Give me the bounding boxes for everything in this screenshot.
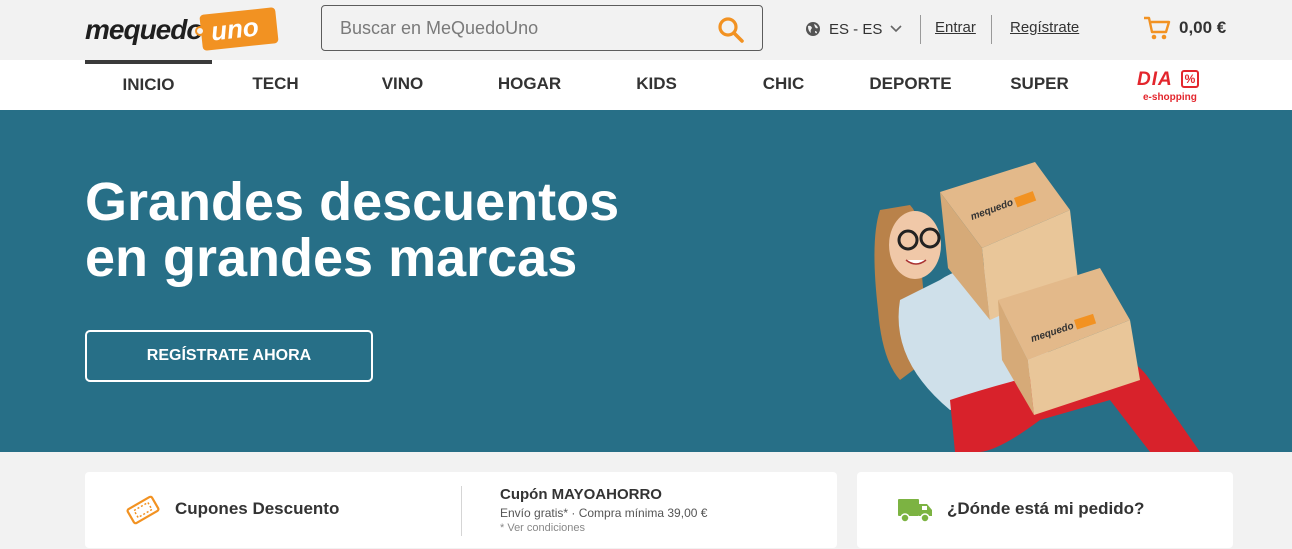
header-separator bbox=[991, 15, 992, 44]
nav-item-super[interactable]: SUPER bbox=[976, 60, 1103, 110]
cart-button[interactable]: 0,00 € bbox=[1143, 15, 1226, 41]
hero-title-line2: en grandes marcas bbox=[85, 228, 578, 288]
globe-icon bbox=[806, 22, 820, 36]
coupon-conditions-link[interactable]: * Ver condiciones bbox=[500, 522, 585, 534]
nav-item-chic[interactable]: CHIC bbox=[720, 60, 847, 110]
dia-logo-sub: e-shopping bbox=[1143, 92, 1197, 103]
order-tracking-card[interactable]: ¿Dónde está mi pedido? bbox=[857, 472, 1233, 548]
login-link[interactable]: Entrar bbox=[935, 19, 976, 36]
nav-item-hogar[interactable]: HOGAR bbox=[466, 60, 593, 110]
language-selector[interactable]: ES - ES bbox=[805, 18, 902, 40]
hero-title: Grandes descuentos en grandes marcas bbox=[85, 174, 725, 286]
nav-item-kids[interactable]: KIDS bbox=[593, 60, 720, 110]
coupon-subtitle: Envío gratis* · Compra mínima 39,00 € bbox=[500, 506, 708, 520]
card-divider bbox=[461, 486, 462, 536]
logo-tag-text: uno bbox=[209, 11, 261, 47]
coupons-label[interactable]: Cupones Descuento bbox=[175, 499, 339, 519]
hero-banner: Grandes descuentos en grandes marcas REG… bbox=[0, 110, 1292, 452]
coupon-title: Cupón MAYOAHORRO bbox=[500, 486, 662, 503]
chevron-down-icon bbox=[890, 25, 902, 33]
nav-item-inicio[interactable]: INICIO bbox=[85, 60, 212, 110]
woman-carrying-boxes-illustration: mequedo mequedo bbox=[874, 162, 1200, 452]
search-box bbox=[321, 5, 763, 51]
logo-tag-hole bbox=[195, 26, 205, 36]
logo-word: mequedo bbox=[85, 14, 203, 45]
search-icon[interactable] bbox=[717, 16, 745, 44]
register-now-button[interactable]: REGÍSTRATE AHORA bbox=[85, 330, 373, 382]
top-header: mequedo uno ES - ES Entrar Regístrate 0,… bbox=[0, 0, 1292, 60]
order-tracking-label: ¿Dónde está mi pedido? bbox=[947, 499, 1145, 518]
ticket-icon bbox=[126, 495, 160, 525]
delivery-truck-icon bbox=[898, 499, 932, 523]
dia-percent-icon: % bbox=[1181, 70, 1199, 88]
register-link[interactable]: Regístrate bbox=[1010, 19, 1079, 36]
nav-item-tech[interactable]: TECH bbox=[212, 60, 339, 110]
nav-item-deporte[interactable]: DEPORTE bbox=[847, 60, 974, 110]
hero-title-line1: Grandes descuentos bbox=[85, 172, 620, 232]
nav-item-vino[interactable]: VINO bbox=[339, 60, 466, 110]
nav-item-dia-eshopping[interactable]: DIA % e-shopping bbox=[1137, 69, 1201, 105]
dia-logo-word: DIA bbox=[1137, 69, 1173, 90]
category-nav: INICIO TECH VINO HOGAR KIDS CHIC DEPORTE… bbox=[0, 60, 1292, 110]
language-label: ES - ES bbox=[829, 20, 883, 38]
search-input[interactable] bbox=[340, 16, 710, 40]
shopping-cart-icon bbox=[1144, 16, 1171, 40]
mequedouno-logo[interactable]: mequedo uno bbox=[85, 7, 279, 51]
header-separator bbox=[920, 15, 921, 44]
coupons-card: Cupones Descuento Cupón MAYOAHORRO Envío… bbox=[85, 472, 837, 548]
cart-total: 0,00 € bbox=[1179, 18, 1227, 37]
